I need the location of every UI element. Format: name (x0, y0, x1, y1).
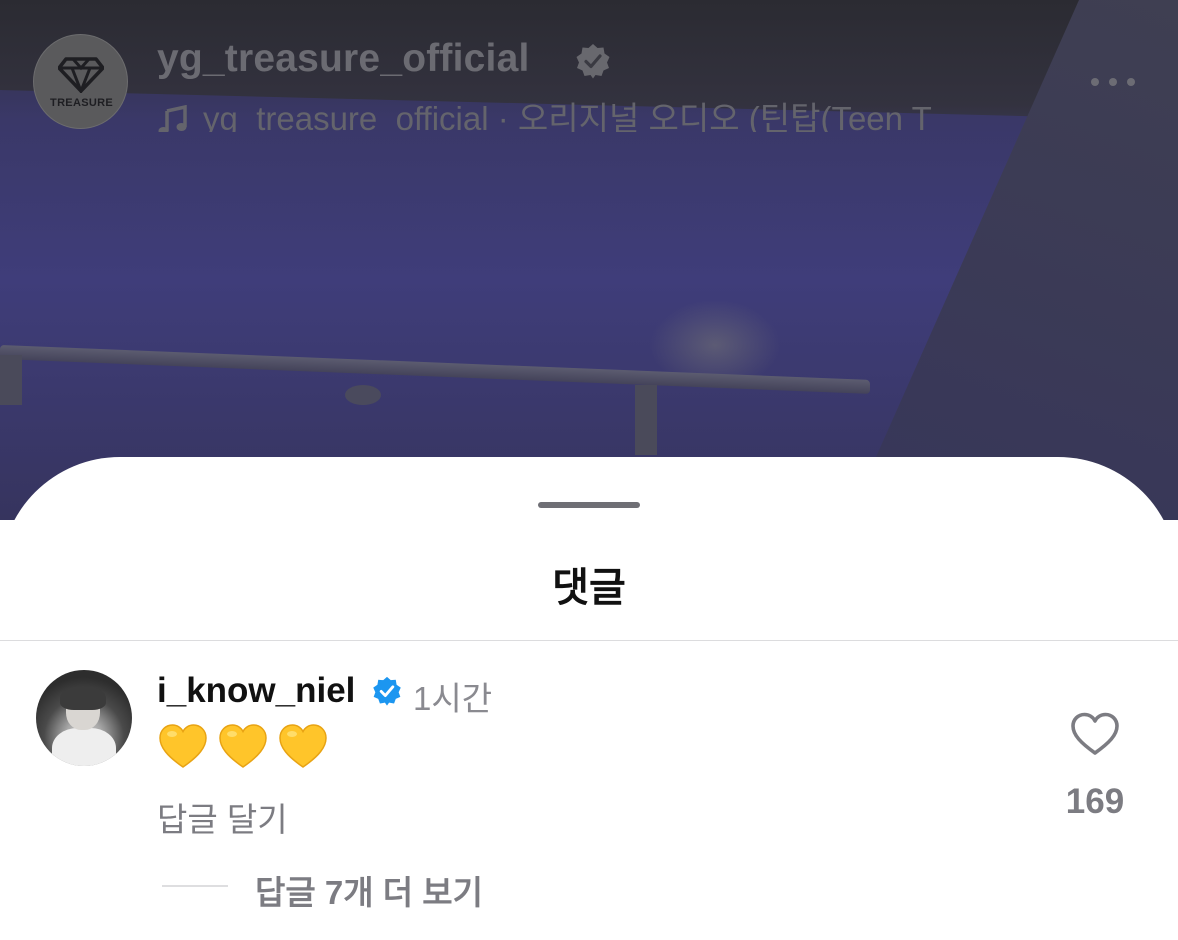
avatar-figure-hair (60, 686, 106, 710)
account-avatar[interactable]: TREASURE (33, 34, 128, 129)
comment-text (157, 721, 329, 781)
more-options-icon[interactable] (1088, 72, 1138, 92)
audio-info[interactable]: yg_treasure_official · 오리지널 오디오 (틴탑(Teen… (157, 92, 1017, 132)
avatar-figure-body (52, 728, 116, 766)
replies-divider-line (162, 885, 228, 887)
music-note-icon (158, 105, 187, 132)
audio-text: yg_treasure_official · 오리지널 오디오 (틴탑(Teen… (203, 100, 932, 132)
account-name[interactable]: yg_treasure_official (157, 37, 530, 81)
verified-badge-icon (373, 676, 401, 706)
video-header: TREASURE yg_treasure_official yg_treasur… (0, 0, 1178, 140)
sheet-title: 댓글 (552, 566, 626, 610)
treasure-logo-icon (58, 57, 104, 93)
comments-sheet: 댓글 i_know_niel 1시간 답글 달기 169 답글 7개 더 보기 (0, 457, 1178, 940)
avatar-logo-text: TREASURE (50, 97, 113, 109)
track-light-fixture (635, 385, 657, 455)
comment-username[interactable]: i_know_niel (157, 671, 355, 711)
verified-badge-icon (576, 44, 610, 79)
sheet-grab-handle[interactable] (538, 502, 640, 508)
reply-button[interactable]: 답글 달기 (157, 793, 288, 841)
like-count: 169 (1065, 782, 1125, 821)
avatar[interactable] (36, 670, 132, 766)
ceiling-lamp (345, 385, 381, 405)
track-light-fixture (0, 355, 22, 405)
heart-outline-icon[interactable] (1070, 711, 1120, 757)
comment-item: i_know_niel 1시간 답글 달기 169 답글 7개 더 보기 (0, 641, 1178, 940)
yellow-heart-emoji (219, 724, 267, 768)
yellow-heart-emoji (279, 724, 327, 768)
yellow-heart-emoji (159, 724, 207, 768)
view-replies-button[interactable]: 답글 7개 더 보기 (255, 866, 483, 914)
comment-timestamp: 1시간 (413, 680, 493, 717)
